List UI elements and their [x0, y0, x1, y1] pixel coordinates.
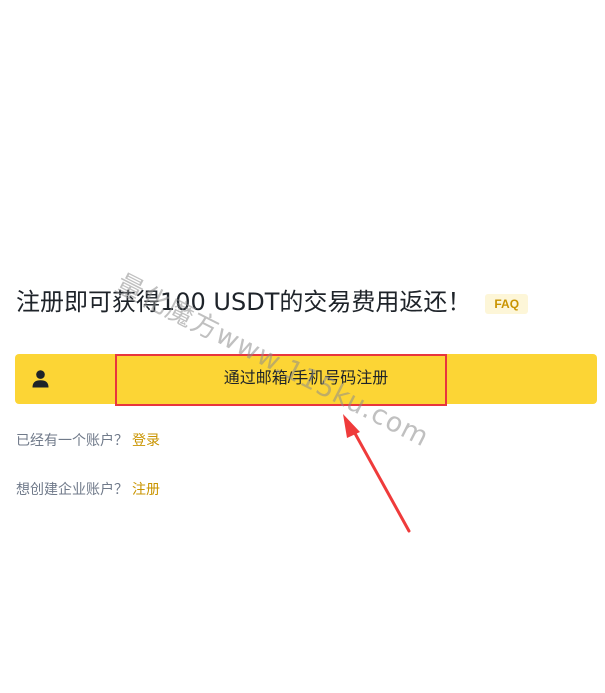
annotation-arrow [343, 414, 411, 533]
enterprise-row: 想创建企业账户？ 注册 [16, 480, 160, 500]
faq-badge[interactable]: FAQ [485, 294, 529, 314]
headline: 注册即可获得100 USDT的交易费用返还！ FAQ [16, 284, 529, 320]
page-title: 注册即可获得100 USDT的交易费用返还！ [16, 288, 472, 316]
login-link[interactable]: 登录 [132, 433, 160, 449]
enterprise-signup-link[interactable]: 注册 [132, 482, 160, 498]
login-row: 已经有一个账户？ 登录 [16, 431, 160, 451]
enterprise-prompt: 想创建企业账户？ [16, 482, 128, 498]
signup-button-label: 通过邮箱/手机号码注册 [223, 370, 389, 387]
signup-email-phone-button[interactable]: 通过邮箱/手机号码注册 [15, 354, 597, 404]
signup-page: 注册即可获得100 USDT的交易费用返还！ FAQ 通过邮箱/手机号码注册 已… [0, 0, 605, 693]
login-prompt: 已经有一个账户？ [16, 433, 128, 449]
